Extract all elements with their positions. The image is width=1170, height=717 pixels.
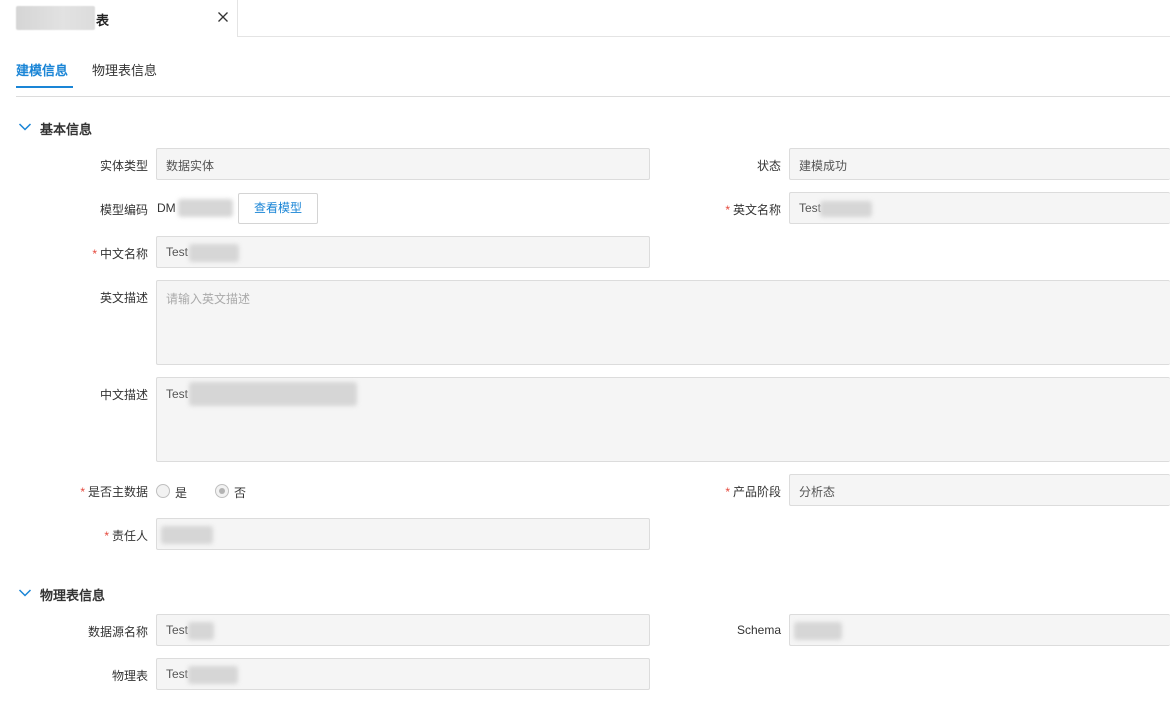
entity-type-field: 数据实体 [156,148,650,180]
redacted-tab-name [16,6,95,30]
status-value: 建模成功 [799,159,848,173]
redacted-chinese-name [189,244,239,262]
product-stage-field[interactable]: 分析态 [789,474,1170,506]
master-data-no-radio[interactable]: 否 [215,484,255,500]
datasource-name-label: 数据源名称 [87,625,148,639]
model-code-value: DM [157,201,176,215]
document-tab-bar: 表 [0,0,1170,37]
physical-table-label: 物理表 [111,669,148,683]
physical-info-section-title: 物理表信息 [40,588,106,603]
close-icon[interactable] [215,9,231,25]
chinese-desc-label: 中文描述 [99,388,148,402]
master-data-no-label: 否 [234,486,247,500]
radio-circle [156,484,170,498]
active-tab-indicator [16,86,73,88]
entity-type-label: 实体类型 [99,159,148,173]
document-tab[interactable]: 表 [0,0,238,37]
radio-dot [219,488,225,494]
physical-table-field[interactable]: Test [156,658,650,690]
redacted-physical-table [188,666,238,684]
physical-table-value: Test [166,667,189,681]
datasource-name-value: Test [166,623,189,637]
chinese-name-value: Test [166,245,189,259]
schema-field[interactable] [789,614,1170,646]
view-model-button[interactable]: 查看模型 [238,193,318,224]
basic-info-section-title: 基本信息 [40,122,93,137]
english-name-label: * 英文名称 [725,203,781,217]
is-master-data-label: * 是否主数据 [80,485,148,499]
english-name-value: Test [799,201,822,215]
english-name-input[interactable]: Test [789,192,1170,224]
chinese-name-label: * 中文名称 [92,247,148,261]
redacted-model-code [178,199,233,217]
radio-circle-selected [215,484,229,498]
chinese-desc-textarea[interactable]: Test [156,377,1170,462]
status-field: 建模成功 [789,148,1170,180]
master-data-yes-label: 是 [175,486,188,500]
owner-input[interactable] [156,518,650,550]
status-label: 状态 [756,159,781,173]
redacted-schema [794,622,842,640]
owner-label: * 责任人 [104,529,148,543]
chevron-down-icon [18,589,32,597]
tab-physical-table-info[interactable]: 物理表信息 [92,60,157,79]
datasource-name-field[interactable]: Test [156,614,650,646]
english-desc-label: 英文描述 [99,291,148,305]
chinese-desc-value: Test [166,387,189,401]
chinese-name-input[interactable]: Test [156,236,650,268]
document-tab-title: 表 [96,13,110,28]
redacted-english-name [820,201,872,217]
redacted-owner [161,526,213,544]
product-stage-label: * 产品阶段 [725,485,781,499]
master-data-yes-radio[interactable]: 是 [156,484,196,500]
english-desc-placeholder: 请输入英文描述 [166,292,251,306]
entity-type-value: 数据实体 [166,159,215,173]
schema-label: Schema [736,623,781,637]
tab-modeling-info[interactable]: 建模信息 [16,60,68,79]
redacted-chinese-desc [189,382,357,406]
product-stage-value: 分析态 [799,485,836,499]
chevron-down-icon [18,123,32,131]
model-code-label: 模型编码 [99,203,148,217]
redacted-datasource-name [188,622,214,640]
basic-info-section-toggle[interactable]: 基本信息 [18,118,138,138]
english-desc-textarea[interactable]: 请输入英文描述 [156,280,1170,365]
physical-info-section-toggle[interactable]: 物理表信息 [18,584,148,604]
sub-tab-bar: 建模信息 物理表信息 [16,37,1170,97]
